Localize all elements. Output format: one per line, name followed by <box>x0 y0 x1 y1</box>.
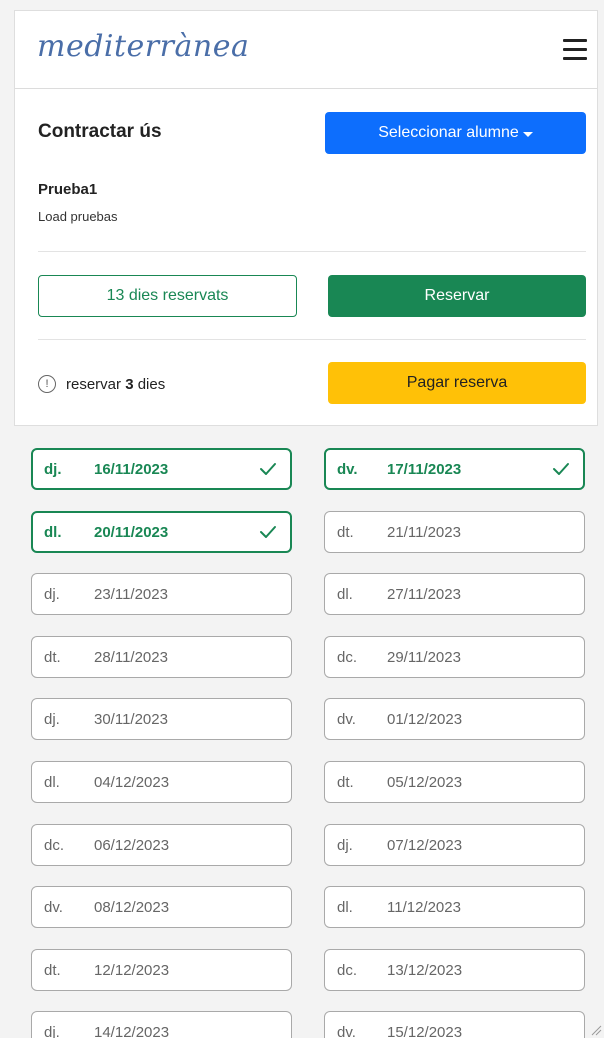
day-weekday: dc. <box>44 837 65 854</box>
page-title: Contractar ús <box>38 121 162 142</box>
day-date: 28/11/2023 <box>94 649 168 666</box>
day-option[interactable]: dl. 20/11/2023 <box>31 511 292 553</box>
day-option[interactable]: dv. 01/12/2023 <box>324 698 585 740</box>
day-date: 16/11/2023 <box>94 461 169 478</box>
day-option[interactable]: dc. 29/11/2023 <box>324 636 585 678</box>
reserve-info: ! reservar 3 dies <box>38 375 165 393</box>
student-subtitle: Load pruebas <box>38 209 118 224</box>
day-option[interactable]: dl. 27/11/2023 <box>324 573 585 615</box>
info-icon: ! <box>38 375 56 393</box>
day-weekday: dt. <box>337 524 354 541</box>
day-date: 17/11/2023 <box>387 461 462 478</box>
day-option[interactable]: dj. 14/12/2023 <box>31 1011 292 1038</box>
day-date: 21/11/2023 <box>387 524 461 541</box>
day-date: 13/12/2023 <box>387 962 463 979</box>
menu-bar <box>563 39 587 42</box>
brand-logo[interactable]: mediterrànea <box>37 29 249 64</box>
day-weekday: dj. <box>44 1024 60 1038</box>
check-icon <box>260 526 276 538</box>
day-option[interactable]: dv. 15/12/2023 <box>324 1011 585 1038</box>
day-option[interactable]: dj. 16/11/2023 <box>31 448 292 490</box>
day-date: 04/12/2023 <box>94 774 170 791</box>
pay-reservation-button[interactable]: Pagar reserva <box>328 362 586 404</box>
select-student-button[interactable]: Seleccionar alumne <box>325 112 586 154</box>
reserve-info-suffix: dies <box>137 375 166 393</box>
day-date: 27/11/2023 <box>387 586 461 603</box>
day-date: 15/12/2023 <box>387 1024 463 1038</box>
select-student-label: Seleccionar alumne <box>378 124 519 141</box>
caret-down-icon <box>522 131 533 137</box>
reserve-info-prefix: reservar <box>66 375 122 393</box>
day-weekday: dj. <box>44 461 62 478</box>
day-option[interactable]: dt. 21/11/2023 <box>324 511 585 553</box>
resize-grip-icon[interactable] <box>590 1024 602 1036</box>
day-option[interactable]: dl. 11/12/2023 <box>324 886 585 928</box>
day-weekday: dl. <box>337 586 353 603</box>
day-date: 08/12/2023 <box>94 899 170 916</box>
day-weekday: dl. <box>44 524 62 541</box>
day-weekday: dj. <box>44 711 60 728</box>
day-option[interactable]: dt. 12/12/2023 <box>31 949 292 991</box>
day-date: 05/12/2023 <box>387 774 463 791</box>
check-icon <box>553 463 569 475</box>
booking-card: mediterrànea Contractar ús Seleccionar a… <box>14 10 598 426</box>
reserve-button[interactable]: Reservar <box>328 275 586 317</box>
day-weekday: dc. <box>337 649 358 666</box>
menu-bar <box>563 57 587 60</box>
hamburger-menu-icon[interactable] <box>563 39 587 61</box>
check-icon <box>260 463 276 475</box>
day-weekday: dj. <box>44 586 60 603</box>
day-date: 11/12/2023 <box>387 899 461 916</box>
day-weekday: dl. <box>44 774 60 791</box>
student-name: Prueba1 <box>38 181 98 198</box>
menu-bar <box>563 48 587 51</box>
day-weekday: dv. <box>337 1024 356 1038</box>
day-weekday: dt. <box>44 649 61 666</box>
day-date: 12/12/2023 <box>94 962 170 979</box>
day-date: 29/11/2023 <box>387 649 461 666</box>
day-weekday: dv. <box>337 711 356 728</box>
reserve-info-count: 3 <box>125 375 134 393</box>
day-weekday: dt. <box>44 962 61 979</box>
day-date: 07/12/2023 <box>387 837 463 854</box>
day-option[interactable]: dc. 13/12/2023 <box>324 949 585 991</box>
divider <box>38 339 586 340</box>
day-option[interactable]: dl. 04/12/2023 <box>31 761 292 803</box>
day-weekday: dt. <box>337 774 354 791</box>
day-date: 23/11/2023 <box>94 586 168 603</box>
day-weekday: dc. <box>337 962 358 979</box>
day-date: 14/12/2023 <box>94 1024 170 1038</box>
app-root: mediterrànea Contractar ús Seleccionar a… <box>0 0 604 1038</box>
day-option[interactable]: dv. 08/12/2023 <box>31 886 292 928</box>
day-option[interactable]: dj. 07/12/2023 <box>324 824 585 866</box>
day-weekday: dv. <box>44 899 63 916</box>
day-weekday: dv. <box>337 461 358 478</box>
day-date: 01/12/2023 <box>387 711 463 728</box>
day-option[interactable]: dt. 05/12/2023 <box>324 761 585 803</box>
navbar: mediterrànea <box>15 11 597 89</box>
day-date: 30/11/2023 <box>94 711 168 728</box>
divider <box>38 251 586 252</box>
day-date: 06/12/2023 <box>94 837 170 854</box>
day-option[interactable]: dj. 30/11/2023 <box>31 698 292 740</box>
day-option[interactable]: dt. 28/11/2023 <box>31 636 292 678</box>
day-option[interactable]: dj. 23/11/2023 <box>31 573 292 615</box>
day-option[interactable]: dv. 17/11/2023 <box>324 448 585 490</box>
day-date: 20/11/2023 <box>94 524 169 541</box>
day-weekday: dj. <box>337 837 353 854</box>
day-weekday: dl. <box>337 899 353 916</box>
days-reserved-button[interactable]: 13 dies reservats <box>38 275 297 317</box>
day-option[interactable]: dc. 06/12/2023 <box>31 824 292 866</box>
